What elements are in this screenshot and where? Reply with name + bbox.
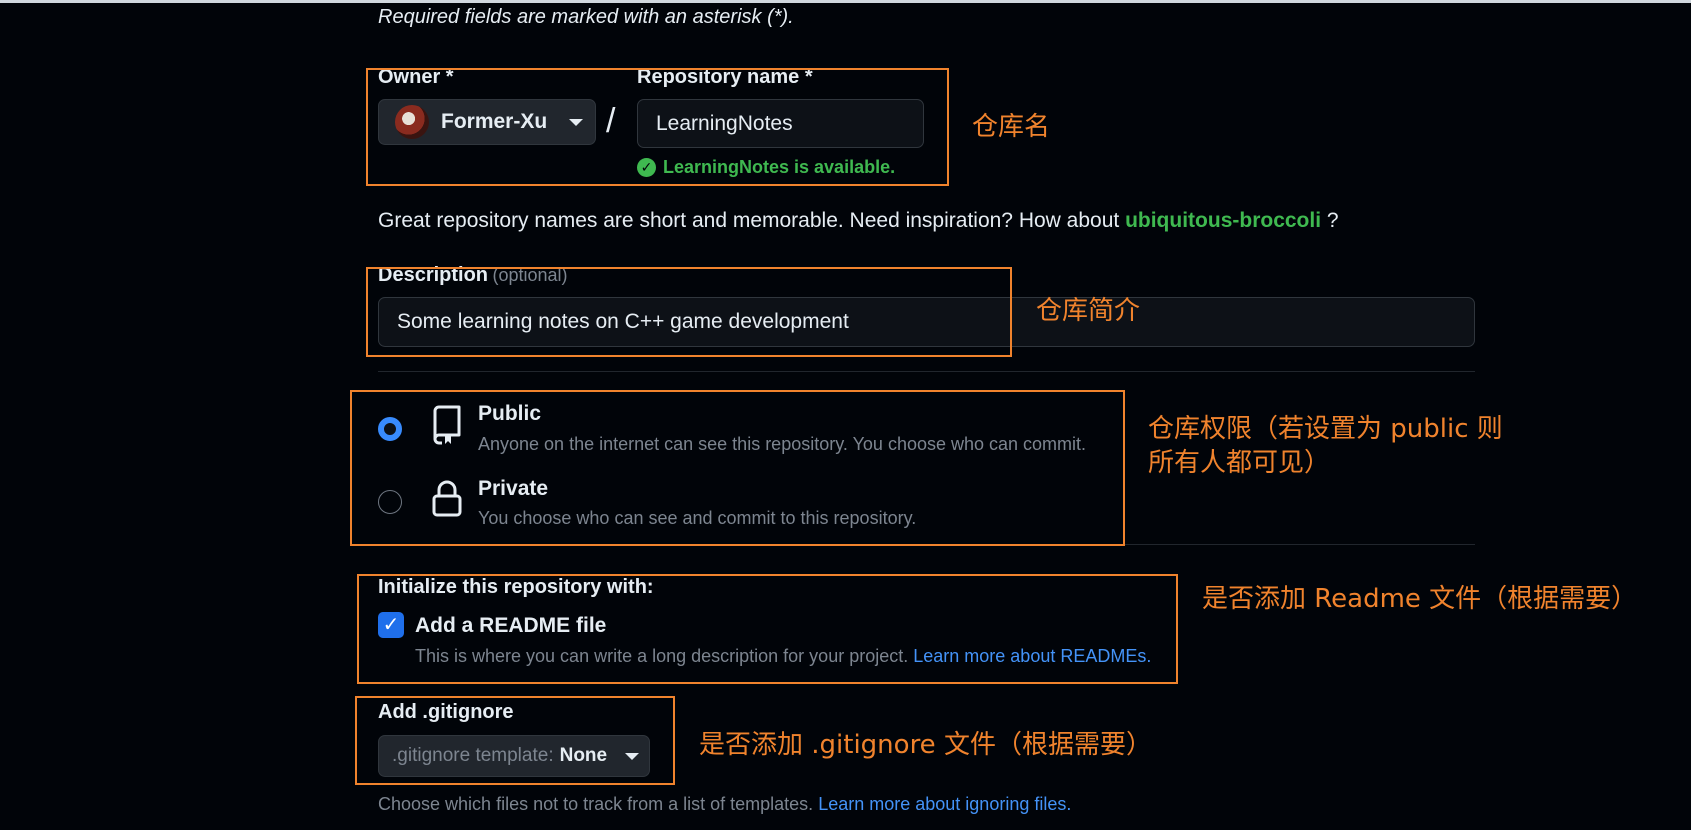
name-hint-end: ?: [1326, 209, 1339, 232]
top-border: [0, 0, 1691, 3]
name-hint-text: Great repository names are short and mem…: [378, 209, 1120, 232]
highlight-box-description: [366, 267, 1012, 357]
divider: [378, 371, 1475, 372]
highlight-box-gitignore: [355, 696, 675, 785]
annotation-visibility-line2: 所有人都可见）: [1148, 448, 1331, 478]
annotation-repo-name: 仓库名: [972, 112, 1051, 142]
annotation-visibility-line1: 仓库权限（若设置为 public 则: [1148, 414, 1503, 444]
gitignore-learn-more-link[interactable]: Learn more about ignoring files.: [818, 794, 1071, 814]
highlight-box-visibility: [350, 390, 1125, 546]
name-suggestion-link[interactable]: ubiquitous-broccoli: [1125, 209, 1321, 232]
gitignore-desc: Choose which files not to track from a l…: [378, 794, 814, 814]
highlight-box-readme: [357, 574, 1178, 684]
annotation-gitignore: 是否添加 .gitignore 文件（根据需要）: [699, 730, 1152, 760]
annotation-description: 仓库简介: [1036, 296, 1141, 326]
annotation-readme: 是否添加 Readme 文件（根据需要）: [1202, 584, 1638, 614]
highlight-box-repo-name: [366, 68, 949, 186]
required-note: Required fields are marked with an aster…: [378, 6, 794, 28]
name-hint: Great repository names are short and mem…: [378, 209, 1339, 233]
gitignore-desc-row: Choose which files not to track from a l…: [378, 794, 1071, 815]
